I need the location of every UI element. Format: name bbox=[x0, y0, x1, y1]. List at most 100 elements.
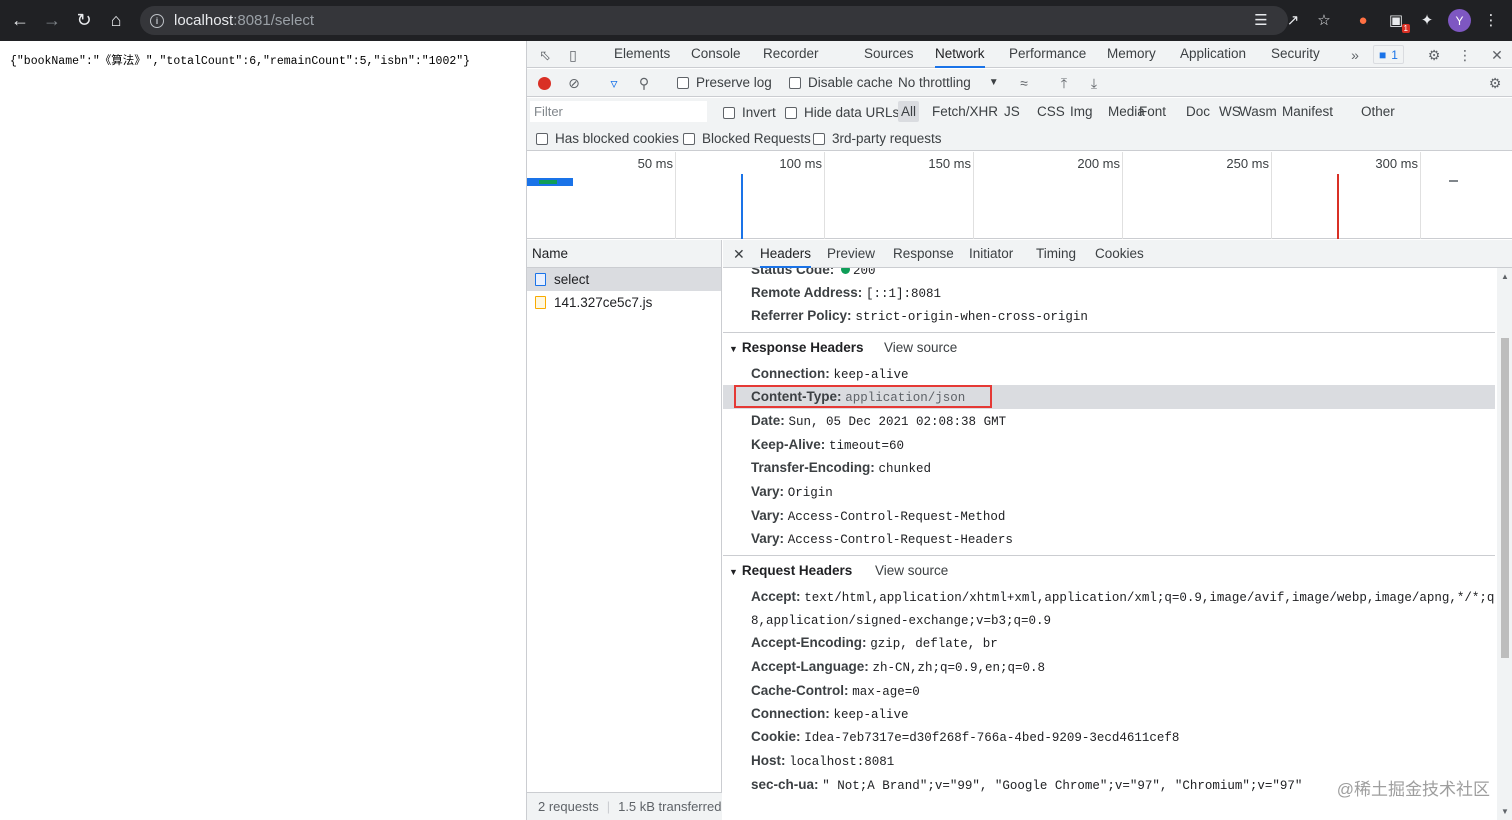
list-item[interactable]: 141.327ce5c7.js bbox=[527, 291, 721, 314]
network-conditions-icon[interactable]: ≈ bbox=[1014, 73, 1034, 93]
header-value: [::1]:8081 bbox=[866, 287, 942, 301]
header-row: 8,application/signed-exchange;v=b3;q=0.9 bbox=[751, 612, 1051, 628]
clear-icon[interactable]: ⊘ bbox=[564, 73, 584, 93]
filter-type-manifest[interactable]: Manifest bbox=[1279, 101, 1336, 122]
details-tabbar: ✕ Headers Preview Response Initiator Tim… bbox=[723, 240, 1512, 268]
tab-security[interactable]: Security bbox=[1271, 41, 1320, 68]
filter-type-img[interactable]: Img bbox=[1067, 101, 1096, 122]
device-toolbar-icon[interactable]: ▯ bbox=[563, 45, 583, 65]
filter-type-other[interactable]: Other bbox=[1358, 101, 1398, 122]
details-scrollbar[interactable]: ▲ ▼ bbox=[1497, 268, 1512, 820]
highlight-annotation-box bbox=[734, 385, 992, 408]
header-row: Connection: keep-alive bbox=[751, 366, 909, 382]
tab-network[interactable]: Network bbox=[935, 41, 985, 68]
blocked-requests-checkbox[interactable]: Blocked Requests bbox=[683, 131, 811, 146]
search-icon[interactable]: ⚲ bbox=[634, 73, 654, 93]
response-headers-toggle[interactable]: ▼ Response Headers bbox=[729, 340, 863, 355]
bookmark-star-icon[interactable]: ☆ bbox=[1313, 9, 1335, 31]
header-key: sec-ch-ua: bbox=[751, 777, 819, 792]
header-value: timeout=60 bbox=[829, 439, 905, 453]
reload-icon[interactable]: ↻ bbox=[70, 7, 98, 35]
throttling-value: No throttling bbox=[898, 75, 971, 90]
list-item[interactable]: select bbox=[527, 268, 721, 291]
tab-performance[interactable]: Performance bbox=[1009, 41, 1086, 68]
scroll-down-icon[interactable]: ▼ bbox=[1501, 807, 1509, 816]
timeline-marker bbox=[1449, 180, 1458, 182]
back-arrow-icon[interactable]: ← bbox=[6, 7, 34, 35]
tab-preview[interactable]: Preview bbox=[827, 240, 875, 268]
view-source-link[interactable]: View source bbox=[875, 563, 948, 578]
expand-triangle-icon: ▼ bbox=[729, 344, 738, 354]
preserve-log-checkbox[interactable]: Preserve log bbox=[677, 75, 772, 90]
scroll-up-icon[interactable]: ▲ bbox=[1501, 272, 1509, 281]
avatar[interactable]: Y bbox=[1448, 9, 1471, 32]
tab-console[interactable]: Console bbox=[691, 41, 741, 68]
filter-type-font[interactable]: Font bbox=[1136, 101, 1169, 122]
tab-memory[interactable]: Memory bbox=[1107, 41, 1156, 68]
has-blocked-cookies-checkbox[interactable]: Has blocked cookies bbox=[536, 131, 679, 146]
network-overview-timeline[interactable]: 50 ms 100 ms 150 ms 200 ms 250 ms 300 ms bbox=[527, 152, 1512, 239]
request-headers-toggle[interactable]: ▼ Request Headers bbox=[729, 563, 852, 578]
tab-sources[interactable]: Sources bbox=[864, 41, 914, 68]
disable-cache-checkbox[interactable]: Disable cache bbox=[789, 75, 893, 90]
header-row: Cache-Control: max-age=0 bbox=[751, 683, 920, 699]
filter-type-all[interactable]: All bbox=[898, 101, 920, 122]
tab-response[interactable]: Response bbox=[893, 240, 954, 268]
third-party-checkbox[interactable]: 3rd-party requests bbox=[813, 131, 942, 146]
name-column-header[interactable]: Name bbox=[527, 240, 721, 268]
filter-funnel-icon[interactable]: ▿ bbox=[604, 73, 624, 93]
network-settings-gear-icon[interactable]: ⚙ bbox=[1485, 73, 1505, 93]
request-details: ✕ Headers Preview Response Initiator Tim… bbox=[723, 240, 1512, 820]
home-icon[interactable]: ⌂ bbox=[102, 7, 130, 35]
export-har-icon[interactable]: ⤓ bbox=[1084, 73, 1104, 93]
more-tabs-chevron-icon[interactable]: » bbox=[1345, 45, 1365, 65]
header-key: Date: bbox=[751, 413, 785, 428]
filter-type-fetch-xhr[interactable]: Fetch/XHR bbox=[929, 101, 1001, 122]
puzzle-extensions-icon[interactable]: ✦ bbox=[1416, 9, 1438, 31]
tab-timing[interactable]: Timing bbox=[1036, 240, 1076, 268]
header-value: Access-Control-Request-Method bbox=[787, 510, 1006, 524]
extension-badge-icon[interactable]: ▣ 1 bbox=[1385, 9, 1410, 33]
share-icon[interactable]: ↗ bbox=[1282, 9, 1304, 31]
import-har-icon[interactable]: ⤒ bbox=[1054, 73, 1074, 93]
filter-type-doc[interactable]: Doc bbox=[1183, 101, 1213, 122]
header-key: Cookie: bbox=[751, 729, 801, 744]
kebab-menu-icon[interactable]: ⋮ bbox=[1480, 9, 1502, 31]
section-title: Request Headers bbox=[741, 563, 853, 578]
filter-type-css[interactable]: CSS bbox=[1034, 101, 1068, 122]
tab-cookies[interactable]: Cookies bbox=[1095, 240, 1144, 268]
extension-icon[interactable]: ● bbox=[1352, 9, 1374, 31]
hide-data-urls-checkbox[interactable]: Hide data URLs bbox=[785, 105, 899, 120]
settings-gear-icon[interactable]: ⚙ bbox=[1424, 45, 1444, 65]
inspect-element-icon[interactable]: ⬁ bbox=[535, 45, 555, 65]
header-value: max-age=0 bbox=[852, 685, 920, 699]
close-devtools-icon[interactable]: ✕ bbox=[1487, 45, 1507, 65]
close-details-icon[interactable]: ✕ bbox=[733, 240, 745, 268]
issues-button[interactable]: ■ 1 bbox=[1373, 45, 1404, 64]
translate-icon[interactable]: ☰ bbox=[1250, 9, 1272, 31]
header-row: Transfer-Encoding: chunked bbox=[751, 460, 931, 476]
throttling-select[interactable]: No throttling ▼ bbox=[898, 75, 999, 90]
header-row: Referrer Policy: strict-origin-when-cros… bbox=[751, 308, 1088, 324]
header-row: Accept-Language: zh-CN,zh;q=0.9,en;q=0.8 bbox=[751, 659, 1045, 675]
view-source-link[interactable]: View source bbox=[884, 340, 957, 355]
forward-arrow-icon[interactable]: → bbox=[38, 7, 66, 35]
filter-type-wasm[interactable]: Wasm bbox=[1236, 101, 1280, 122]
filter-type-js[interactable]: JS bbox=[1001, 101, 1023, 122]
scrollbar-thumb[interactable] bbox=[1501, 338, 1509, 658]
invert-checkbox[interactable]: Invert bbox=[723, 105, 776, 120]
tab-application[interactable]: Application bbox=[1180, 41, 1246, 68]
header-key: Status Code: bbox=[751, 268, 835, 277]
header-value: keep-alive bbox=[833, 708, 909, 722]
tab-initiator[interactable]: Initiator bbox=[969, 240, 1013, 268]
tab-headers[interactable]: Headers bbox=[760, 240, 812, 268]
tab-elements[interactable]: Elements bbox=[614, 41, 670, 68]
devtools-tabbar: ⬁ ▯ Elements Console Recorder Sources Ne… bbox=[527, 41, 1512, 68]
header-key: Cache-Control: bbox=[751, 683, 849, 698]
filter-input[interactable]: Filter bbox=[530, 101, 707, 122]
record-icon[interactable] bbox=[534, 73, 554, 93]
devtools-menu-icon[interactable]: ⋮ bbox=[1455, 45, 1475, 65]
site-info-icon[interactable]: i bbox=[150, 13, 164, 28]
tab-recorder[interactable]: Recorder bbox=[763, 41, 819, 68]
address-bar[interactable]: i localhost:8081/select bbox=[140, 6, 1288, 35]
